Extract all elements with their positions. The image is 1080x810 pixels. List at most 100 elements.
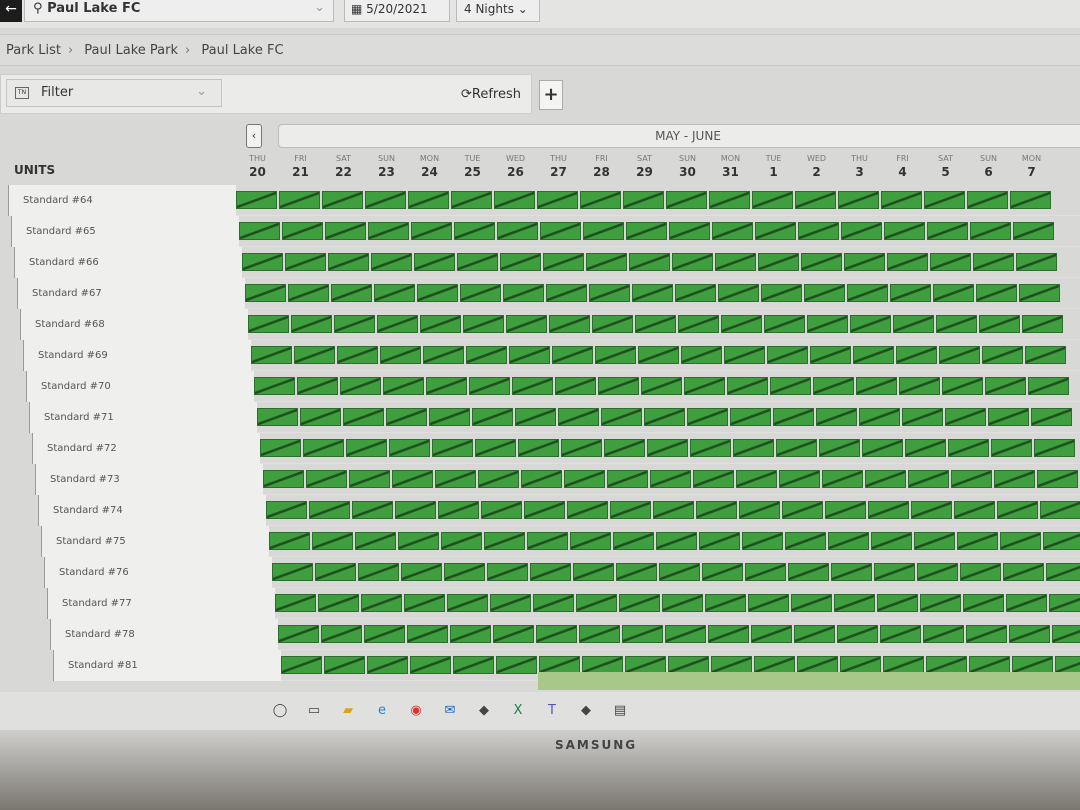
reserved-cell[interactable]: [549, 315, 590, 333]
reserved-cell[interactable]: [251, 346, 292, 364]
reserved-cell[interactable]: [699, 532, 740, 550]
reserved-cell[interactable]: [361, 594, 402, 612]
reserved-cell[interactable]: [543, 253, 584, 271]
reserved-cell[interactable]: [410, 656, 451, 674]
reserved-cell[interactable]: [484, 532, 525, 550]
reserved-cell[interactable]: [546, 284, 587, 302]
reserved-cell[interactable]: [881, 191, 922, 209]
reserved-cell[interactable]: [386, 408, 427, 426]
reserved-cell[interactable]: [838, 191, 879, 209]
reserved-cell[interactable]: [453, 656, 494, 674]
reserved-cell[interactable]: [451, 191, 492, 209]
reserved-cell[interactable]: [684, 377, 725, 395]
reserved-cell[interactable]: [650, 470, 691, 488]
file-explorer-icon[interactable]: ▰: [337, 700, 359, 722]
reserved-cell[interactable]: [481, 501, 522, 519]
reserved-cell[interactable]: [411, 222, 452, 240]
unit-label[interactable]: Standard #65: [11, 215, 239, 247]
unit-label[interactable]: Standard #71: [29, 401, 257, 433]
reserved-cell[interactable]: [847, 284, 888, 302]
reserved-cell[interactable]: [776, 439, 817, 457]
reserved-cell[interactable]: [297, 377, 338, 395]
reserved-cell[interactable]: [730, 408, 771, 426]
reserved-cell[interactable]: [807, 315, 848, 333]
reserved-cell[interactable]: [785, 532, 826, 550]
reserved-cell[interactable]: [1022, 315, 1063, 333]
reserved-cell[interactable]: [911, 501, 952, 519]
reserved-cell[interactable]: [908, 470, 949, 488]
reserved-cell[interactable]: [497, 222, 538, 240]
reserved-cell[interactable]: [383, 377, 424, 395]
reserved-cell[interactable]: [444, 563, 485, 581]
reserved-cell[interactable]: [500, 253, 541, 271]
reserved-cell[interactable]: [831, 563, 872, 581]
reserved-cell[interactable]: [555, 377, 596, 395]
reserved-cell[interactable]: [976, 284, 1017, 302]
reserved-cell[interactable]: [960, 563, 1001, 581]
reserved-cell[interactable]: [970, 222, 1011, 240]
reserved-cell[interactable]: [401, 563, 442, 581]
reserved-cell[interactable]: [558, 408, 599, 426]
reserved-cell[interactable]: [985, 377, 1026, 395]
unit-label[interactable]: Standard #67: [17, 277, 245, 309]
reserved-cell[interactable]: [429, 408, 470, 426]
reserved-cell[interactable]: [321, 625, 362, 643]
reserved-cell[interactable]: [687, 408, 728, 426]
reserved-cell[interactable]: [994, 470, 1035, 488]
reserved-cell[interactable]: [245, 284, 286, 302]
reserved-cell[interactable]: [328, 253, 369, 271]
reserved-cell[interactable]: [837, 625, 878, 643]
reserved-cell[interactable]: [733, 439, 774, 457]
notepad-icon[interactable]: ▤: [609, 700, 631, 722]
reserved-cell[interactable]: [1031, 408, 1072, 426]
reserved-cell[interactable]: [536, 625, 577, 643]
reserved-cell[interactable]: [580, 191, 621, 209]
reserved-cell[interactable]: [1025, 346, 1066, 364]
location-select[interactable]: ⚲ Paul Lake FC ⌄: [24, 0, 334, 22]
reserved-cell[interactable]: [269, 532, 310, 550]
reserved-cell[interactable]: [902, 408, 943, 426]
reserved-cell[interactable]: [708, 625, 749, 643]
reserved-cell[interactable]: [791, 594, 832, 612]
reserved-cell[interactable]: [742, 532, 783, 550]
reserved-cell[interactable]: [773, 408, 814, 426]
search-icon[interactable]: ◯: [269, 700, 291, 722]
reserved-cell[interactable]: [877, 594, 918, 612]
reserved-cell[interactable]: [435, 470, 476, 488]
reserved-cell[interactable]: [441, 532, 482, 550]
reserved-cell[interactable]: [367, 656, 408, 674]
reserved-cell[interactable]: [884, 222, 925, 240]
reserved-cell[interactable]: [460, 284, 501, 302]
reserved-cell[interactable]: [478, 470, 519, 488]
app-icon[interactable]: ◆: [575, 700, 597, 722]
reserved-cell[interactable]: [389, 439, 430, 457]
reserved-cell[interactable]: [948, 439, 989, 457]
reserved-cell[interactable]: [914, 532, 955, 550]
reserved-cell[interactable]: [745, 563, 786, 581]
reserved-cell[interactable]: [254, 377, 295, 395]
reserved-cell[interactable]: [457, 253, 498, 271]
refresh-button[interactable]: ⟳Refresh: [461, 87, 521, 102]
reserved-cell[interactable]: [764, 315, 805, 333]
reserved-cell[interactable]: [595, 346, 636, 364]
reserved-cell[interactable]: [395, 501, 436, 519]
breadcrumb-park[interactable]: Paul Lake Park: [84, 43, 178, 58]
edge-icon[interactable]: e: [371, 700, 393, 722]
date-picker[interactable]: ▦ 5/20/2021: [344, 0, 450, 22]
reserved-cell[interactable]: [521, 470, 562, 488]
reserved-cell[interactable]: [841, 222, 882, 240]
reserved-cell[interactable]: [423, 346, 464, 364]
reserved-cell[interactable]: [1013, 222, 1054, 240]
reserved-cell[interactable]: [506, 315, 547, 333]
reserved-cell[interactable]: [623, 191, 664, 209]
reserved-cell[interactable]: [512, 377, 553, 395]
reserved-cell[interactable]: [371, 253, 412, 271]
reserved-cell[interactable]: [804, 284, 845, 302]
reserved-cell[interactable]: [1010, 191, 1051, 209]
reserved-cell[interactable]: [408, 191, 449, 209]
reserved-cell[interactable]: [788, 563, 829, 581]
reserved-cell[interactable]: [1046, 563, 1080, 581]
reserved-cell[interactable]: [696, 501, 737, 519]
reserved-cell[interactable]: [282, 222, 323, 240]
teams-icon[interactable]: T: [541, 700, 563, 722]
